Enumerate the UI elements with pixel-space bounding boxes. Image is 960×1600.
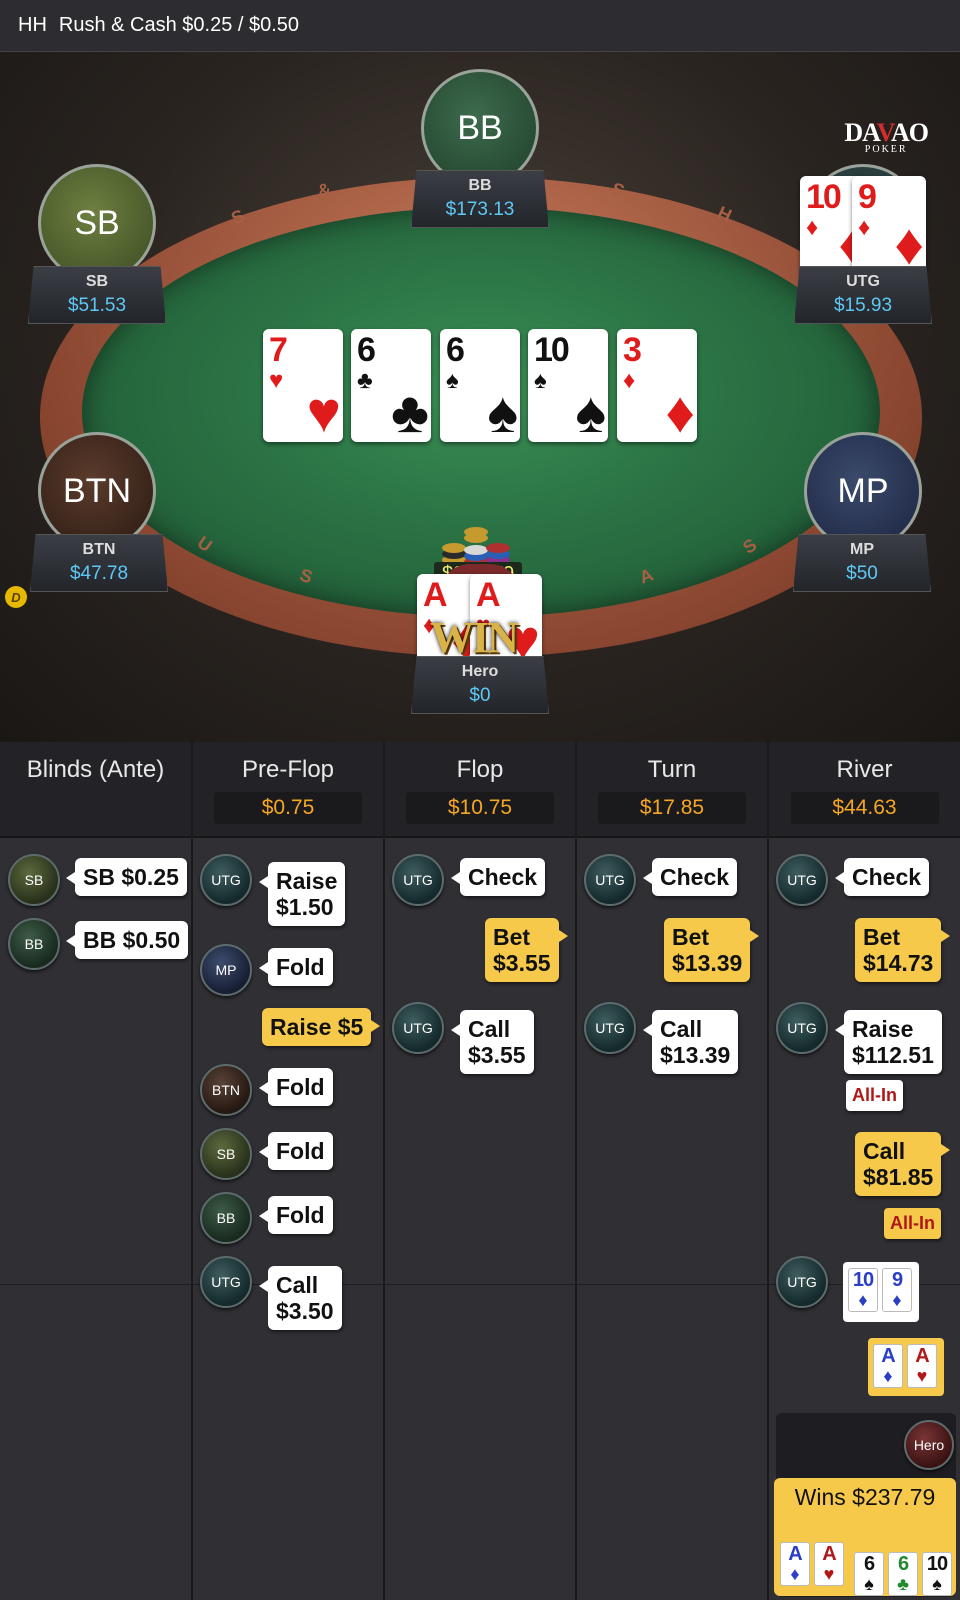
action-bubble: Call $3.55 (451, 1010, 534, 1074)
poker-table-area: S & S H U S A S DAVAO POKER BB BB $173.1… (0, 52, 960, 742)
board-card-4: 10 ♠ ♠ (528, 329, 608, 442)
action-bubble: SB $0.25 (66, 858, 187, 896)
board-card-2: 6 ♣ ♣ (351, 329, 431, 442)
column-title: Flop (456, 756, 504, 783)
winning-card: A ♦ (780, 1542, 810, 1586)
action-bubble: Fold (259, 1068, 333, 1106)
shown-card: A ♦ (873, 1344, 903, 1388)
player-chip-utg: UTG (200, 1256, 252, 1308)
action-bubble: Check (450, 858, 546, 896)
davao-poker-logo: DAVAO POKER (844, 118, 929, 155)
seat-sb-avatar[interactable]: SB (38, 164, 156, 282)
winner-text: Wins $237.79 (794, 1484, 936, 1510)
winning-card: 6 ♣ (888, 1552, 918, 1596)
action-bubble: BB $0.50 (65, 921, 189, 959)
winning-card: 10 ♠ (922, 1552, 952, 1596)
seat-btn-plate: BTN $47.78 (30, 534, 168, 592)
hero-action-bubble: Bet $13.39 (664, 918, 760, 982)
column-title: Turn (647, 756, 697, 783)
action-bubble: Fold (259, 1132, 333, 1170)
action-bubble: Call $13.39 (642, 1010, 739, 1074)
column-pot: $17.85 (598, 792, 746, 824)
game-title: Rush & Cash $0.25 / $0.50 (58, 14, 300, 36)
action-bubble: Check (834, 858, 930, 896)
dealer-button-icon: D (5, 586, 27, 608)
player-chip-utg: UTG (776, 854, 828, 906)
hero-action-bubble: Bet $14.73 (855, 918, 951, 982)
board-card-1: 7 ♥ ♥ (263, 329, 343, 442)
seat-bb-plate: BB $173.13 (411, 170, 549, 228)
hand-history-prefix: HH (18, 14, 47, 36)
shown-card: 9 ♦ (882, 1268, 912, 1312)
column-pot: $44.63 (790, 792, 939, 824)
player-chip-utg: UTG (392, 1002, 444, 1054)
player-chip-mp: MP (200, 944, 252, 996)
seat-mp-plate: MP $50 (793, 534, 931, 592)
player-chip-bb: BB (8, 918, 60, 970)
player-chip-sb: SB (200, 1128, 252, 1180)
action-bubble: Fold (259, 1196, 333, 1234)
column-pot: $0.75 (214, 792, 362, 824)
shown-card: 10 ♦ (848, 1268, 878, 1312)
column-title: Blinds (Ante) (26, 756, 165, 783)
player-chip-btn: BTN (200, 1064, 252, 1116)
hero-action-bubble: Raise $5 (262, 1008, 381, 1046)
seat-sb-plate: SB $51.53 (28, 266, 166, 324)
player-chip-hero: Hero (904, 1420, 954, 1470)
all-in-badge: All-In (846, 1080, 903, 1111)
column-pot: $10.75 (406, 792, 554, 824)
shown-card: A ♥ (907, 1344, 937, 1388)
player-chip-utg: UTG (392, 854, 444, 906)
player-chip-utg: UTG (584, 1002, 636, 1054)
seat-name: BB (468, 177, 492, 194)
hero-shown-cards: A ♦ A ♥ (868, 1338, 944, 1396)
header-bar: HH Rush & Cash $0.25 / $0.50 (0, 0, 960, 52)
action-bubble: Raise $1.50 (258, 862, 346, 926)
win-badge: WIN (430, 613, 519, 662)
seat-hero-plate: Hero $0 (411, 656, 549, 714)
player-chip-sb: SB (8, 854, 60, 906)
player-chip-utg: UTG (776, 1256, 828, 1308)
winner-summary: Wins $237.79 A ♦ A ♥ 6 ♠ 6 ♣ 10 ♠ (774, 1478, 956, 1596)
seat-bb-avatar[interactable]: BB (421, 69, 539, 187)
action-bubble: Fold (259, 948, 333, 986)
hero-action-bubble: Bet $3.55 (485, 918, 568, 982)
seat-utg-plate: UTG $15.93 (794, 266, 932, 324)
player-chip-utg: UTG (200, 854, 252, 906)
action-bubble: Raise $112.51 (835, 1010, 942, 1074)
winning-card: 6 ♠ (854, 1552, 884, 1596)
player-chip-bb: BB (200, 1192, 252, 1244)
column-title: River (836, 756, 893, 783)
seat-btn-avatar[interactable]: BTN (38, 432, 156, 550)
winning-card: A ♥ (814, 1542, 844, 1586)
player-chip-utg: UTG (584, 854, 636, 906)
column-title: Pre-Flop (241, 756, 335, 783)
seat-mp-avatar[interactable]: MP (804, 432, 922, 550)
seat-stack: $173.13 (445, 199, 515, 220)
action-bubble: Check (642, 858, 738, 896)
all-in-badge: All-In (884, 1208, 941, 1239)
board-card-3: 6 ♠ ♠ (440, 329, 520, 442)
player-chip-utg: UTG (776, 1002, 828, 1054)
utg-hole-card-2: 9 ♦ ♦ (852, 176, 926, 274)
board-card-5: 3 ♦ ♦ (617, 329, 697, 442)
utg-shown-cards: 10 ♦ 9 ♦ (843, 1262, 919, 1322)
action-bubble: Call $3.50 (259, 1266, 342, 1330)
hero-action-bubble: Call $81.85 (855, 1132, 951, 1196)
